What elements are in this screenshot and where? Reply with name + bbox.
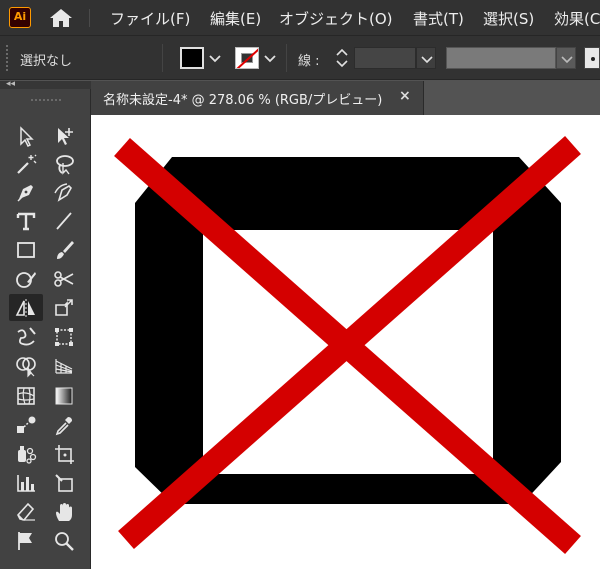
menu-type[interactable]: 書式(T) <box>413 8 464 29</box>
tools-panel: ◂◂ <box>0 79 91 569</box>
menu-effect[interactable]: 効果(C <box>554 8 600 29</box>
artboard-tool-icon[interactable] <box>49 440 79 467</box>
rectangle-tool-icon[interactable] <box>11 236 41 263</box>
document-tab-strip: 名称未設定-4* @ 278.06 % (RGB/プレビュー) × <box>91 81 600 115</box>
chevron-down-icon <box>561 56 573 64</box>
menu-bar: Ai ファイル(F) 編集(E) オブジェクト(O) 書式(T) 選択(S) 効… <box>0 0 600 36</box>
lasso-tool-icon[interactable] <box>49 150 79 177</box>
column-graph-tool-icon[interactable] <box>11 469 41 496</box>
line-segment-tool-icon[interactable] <box>49 207 79 234</box>
hand-tool-icon[interactable] <box>49 498 79 525</box>
flag-tool-icon[interactable] <box>11 527 41 554</box>
stroke-weight-input[interactable] <box>354 47 416 69</box>
paintbrush-tool-icon[interactable] <box>49 236 79 263</box>
profile-dropdown[interactable] <box>556 47 576 69</box>
gradient-tool-icon[interactable] <box>49 382 79 409</box>
selection-status: 選択なし <box>20 54 73 69</box>
stroke-weight-dropdown[interactable] <box>416 47 436 69</box>
document-title: 名称未設定-4* @ 278.06 % (RGB/プレビュー) <box>103 93 383 108</box>
artboard-canvas[interactable] <box>91 115 600 569</box>
stroke-dropdown-chevron-icon[interactable] <box>262 47 278 69</box>
tools-panel-header: ◂◂ <box>0 79 91 89</box>
control-bar: 選択なし 線 : <box>0 36 600 80</box>
magic-wand-tool-icon[interactable] <box>11 150 41 177</box>
tools-panel-grip[interactable] <box>31 99 61 103</box>
stroke-swatch[interactable] <box>235 47 259 69</box>
curvature-tool-icon[interactable] <box>49 178 79 205</box>
control-divider <box>286 44 287 72</box>
artwork <box>114 136 581 554</box>
menu-select[interactable]: 選択(S) <box>483 8 534 29</box>
reflect-tool-icon[interactable] <box>9 294 43 321</box>
type-tool-icon[interactable] <box>11 207 41 234</box>
shape-builder-tool-icon[interactable] <box>11 352 41 379</box>
shaper-tool-icon[interactable] <box>11 265 41 292</box>
free-transform-tool-icon[interactable] <box>49 294 79 321</box>
slice-tool-icon[interactable] <box>49 469 79 496</box>
eraser-tool-icon[interactable] <box>11 498 41 525</box>
stroke-weight-label: 線 : <box>298 54 320 69</box>
collapse-arrows-icon[interactable]: ◂◂ <box>6 79 15 89</box>
fill-dropdown-chevron-icon[interactable] <box>207 47 223 69</box>
zoom-tool-icon[interactable] <box>49 527 79 554</box>
puppet-warp-tool-icon[interactable] <box>49 323 79 350</box>
eyedropper-tool-icon[interactable] <box>49 411 79 438</box>
chevron-down-icon <box>421 56 433 64</box>
brush-dot-icon <box>591 57 595 61</box>
menu-file[interactable]: ファイル(F) <box>110 8 190 29</box>
perspective-grid-tool-icon[interactable] <box>49 352 79 379</box>
direct-selection-tool-icon[interactable] <box>49 122 79 149</box>
scissors-tool-icon[interactable] <box>49 265 79 292</box>
control-bar-grip[interactable] <box>6 45 10 71</box>
stroke-weight-stepper-icon[interactable] <box>333 47 351 69</box>
close-tab-icon[interactable]: × <box>399 88 411 104</box>
no-stroke-slash-icon <box>236 48 258 68</box>
selection-tool-icon[interactable] <box>11 122 41 149</box>
fill-swatch[interactable] <box>180 47 204 69</box>
menu-object[interactable]: オブジェクト(O) <box>279 8 393 29</box>
document-tab[interactable]: 名称未設定-4* @ 278.06 % (RGB/プレビュー) × <box>91 81 424 115</box>
menu-divider <box>89 9 90 27</box>
mesh-tool-icon[interactable] <box>11 382 41 409</box>
illustrator-logo: Ai <box>9 7 31 28</box>
pen-tool-icon[interactable] <box>11 178 41 205</box>
brush-definition[interactable] <box>584 47 600 69</box>
control-divider <box>162 44 163 72</box>
variable-width-profile[interactable] <box>446 47 556 69</box>
blend-tool-icon[interactable] <box>11 411 41 438</box>
warp-tool-icon[interactable] <box>11 323 41 350</box>
home-icon[interactable] <box>49 8 73 28</box>
symbol-sprayer-tool-icon[interactable] <box>11 440 41 467</box>
menu-edit[interactable]: 編集(E) <box>210 8 261 29</box>
